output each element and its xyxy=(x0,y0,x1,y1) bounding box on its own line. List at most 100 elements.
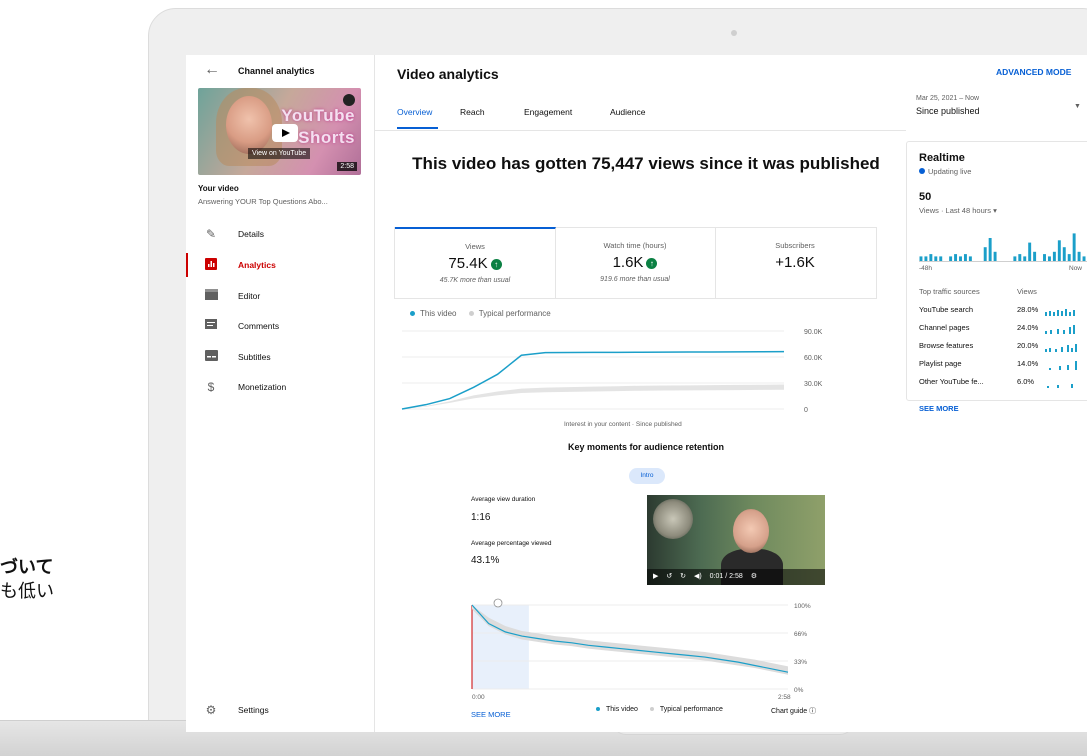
sidebar-item-subtitles[interactable]: Subtitles xyxy=(186,345,374,369)
up-arrow-icon: ↑ xyxy=(490,258,502,270)
realtime-bar xyxy=(1033,251,1037,261)
screen: ← Channel analytics YouTube Shorts View … xyxy=(186,55,1087,732)
metric-label: Subscribers xyxy=(775,241,815,250)
rewind-icon[interactable]: ↺ xyxy=(666,573,672,580)
y-tick-label: 90.0K xyxy=(804,329,823,336)
help-icon: ⓘ xyxy=(809,708,817,715)
forward-icon[interactable]: ↻ xyxy=(680,573,686,580)
play-icon[interactable]: ▶ xyxy=(653,573,658,580)
header-divider xyxy=(375,130,906,131)
sidebar-item-label: Comments xyxy=(238,321,280,331)
realtime-bar xyxy=(983,247,987,261)
intro-chip[interactable]: Intro xyxy=(629,468,665,484)
realtime-bars[interactable] xyxy=(919,228,1087,262)
metric-card-views[interactable]: Views 75.4K ↑ 45.7K more than usual xyxy=(395,227,556,299)
sidebar-title: Channel analytics xyxy=(238,66,315,76)
realtime-bar xyxy=(929,254,933,261)
realtime-bar xyxy=(1023,256,1027,261)
realtime-bar xyxy=(988,238,992,261)
traffic-source-pct: 24.0% xyxy=(1017,323,1039,332)
realtime-bar xyxy=(939,256,943,261)
legend-dot-typical xyxy=(468,311,474,317)
realtime-bar xyxy=(1067,254,1071,261)
traffic-source-row[interactable]: YouTube search 28.0% xyxy=(919,305,1087,320)
metric-value: 75.4K ↑ xyxy=(395,255,555,272)
sidebar-item-settings[interactable]: ⚙ Settings xyxy=(186,698,374,722)
realtime-bar xyxy=(1013,256,1017,261)
settings-gear-icon[interactable]: ⚙ xyxy=(751,573,757,580)
realtime-bar xyxy=(993,251,997,261)
play-icon[interactable] xyxy=(272,124,298,142)
retention-chart[interactable]: 0% 33% 66% 100% 0:00 2:58 xyxy=(466,597,826,707)
thumbnail-menu-icon[interactable] xyxy=(343,94,355,106)
sidebar-item-comments[interactable]: Comments xyxy=(186,314,374,338)
tab-reach[interactable]: Reach xyxy=(460,107,485,117)
realtime-bar xyxy=(954,254,958,261)
traffic-views-header: Views xyxy=(1017,287,1037,296)
traffic-source-name: Playlist page xyxy=(919,359,962,368)
realtime-bar xyxy=(959,256,962,261)
traffic-source-row[interactable]: Browse features 20.0% xyxy=(919,341,1087,356)
sidebar-item-details[interactable]: ✎ Details xyxy=(186,222,374,246)
tab-overview[interactable]: Overview xyxy=(397,107,432,117)
view-on-youtube-button[interactable]: View on YouTube xyxy=(248,148,311,159)
tab-engagement[interactable]: Engagement xyxy=(524,107,572,117)
traffic-source-pct: 6.0% xyxy=(1017,377,1035,386)
avg-view-duration-label: Average view duration xyxy=(471,496,536,503)
comments-icon xyxy=(204,319,218,333)
back-arrow-icon[interactable]: ← xyxy=(204,61,220,79)
legend-this-video: This video xyxy=(420,309,457,318)
metric-value-text: 75.4K xyxy=(448,255,488,272)
see-more-link[interactable]: SEE MORE xyxy=(471,710,511,719)
date-range-value: Since published xyxy=(916,106,980,116)
metric-card-subscribers[interactable]: Subscribers +1.6K xyxy=(715,228,875,298)
sidebar-item-editor[interactable]: Editor xyxy=(186,284,374,308)
video-person-face xyxy=(733,509,769,553)
metric-comparison: 45.7K more than usual xyxy=(439,277,511,284)
traffic-source-row[interactable]: Other YouTube fe... 6.0% xyxy=(919,377,1087,392)
thumbnail-face xyxy=(226,96,272,154)
realtime-bar xyxy=(963,254,967,261)
volume-icon[interactable]: ◀) xyxy=(694,573,702,580)
video-player[interactable]: ▶ ↺ ↻ ◀) 0:01 / 2:58 ⚙ xyxy=(647,495,825,585)
traffic-source-name: Browse features xyxy=(919,341,974,350)
realtime-see-more[interactable]: SEE MORE xyxy=(919,404,959,413)
views-chart[interactable]: 0 30.0K 60.0K 90.0K xyxy=(396,325,826,415)
metric-cards: Views 75.4K ↑ 45.7K more than usual Watch… xyxy=(394,227,877,299)
traffic-source-pct: 28.0% xyxy=(1017,305,1039,314)
legend-typical: Typical performance xyxy=(659,706,723,713)
traffic-sources-header: Top traffic sources xyxy=(919,287,980,296)
traffic-source-row[interactable]: Playlist page 14.0% xyxy=(919,359,1087,374)
video-title[interactable]: Answering YOUR Top Questions Abo... xyxy=(198,197,368,206)
video-thumbnail[interactable]: YouTube Shorts View on YouTube 2:58 xyxy=(198,88,361,175)
traffic-source-row[interactable]: Channel pages 24.0% xyxy=(919,323,1087,338)
realtime-end-label: Now xyxy=(1069,265,1083,272)
player-controls: ▶ ↺ ↻ ◀) 0:01 / 2:58 ⚙ xyxy=(647,569,825,585)
metric-label: Views xyxy=(465,242,485,251)
traffic-sparkline xyxy=(1049,361,1077,370)
tab-audience[interactable]: Audience xyxy=(610,107,645,117)
legend-this-video: This video xyxy=(606,706,638,713)
legend-dot-this-video xyxy=(410,311,415,317)
date-range-selector[interactable]: Mar 25, 2021 – Now Since published ▼ xyxy=(906,93,1087,130)
page-title: Video analytics xyxy=(397,66,499,82)
sidebar: ← Channel analytics YouTube Shorts View … xyxy=(186,55,375,732)
realtime-views-dropdown[interactable]: Views · Last 48 hours ▾ xyxy=(919,206,997,215)
metric-comparison: 919.6 more than usual xyxy=(600,276,670,283)
realtime-live-label: Updating live xyxy=(928,167,972,176)
metric-card-watch-time[interactable]: Watch time (hours) 1.6K ↑ 919.6 more than… xyxy=(555,228,716,298)
realtime-bar xyxy=(949,256,953,261)
y-tick-label: 100% xyxy=(794,603,811,610)
realtime-bar xyxy=(1057,240,1061,261)
metric-value: 1.6K ↑ xyxy=(555,254,715,271)
subtitles-icon xyxy=(204,350,218,364)
advanced-mode-button[interactable]: ADVANCED MODE xyxy=(996,67,1071,77)
chart-caption: Interest in your content · Since publish… xyxy=(564,421,682,428)
realtime-start-label: -48h xyxy=(919,265,933,272)
retention-legend: This video Typical performance xyxy=(586,706,723,713)
chart-guide-link[interactable]: Chart guide ⓘ xyxy=(771,706,816,716)
sidebar-item-monetization[interactable]: $ Monetization xyxy=(186,375,374,399)
sidebar-item-analytics[interactable]: Analytics xyxy=(186,253,374,277)
traffic-source-name: Channel pages xyxy=(919,323,970,332)
avg-percentage-label: Average percentage viewed xyxy=(471,540,552,547)
